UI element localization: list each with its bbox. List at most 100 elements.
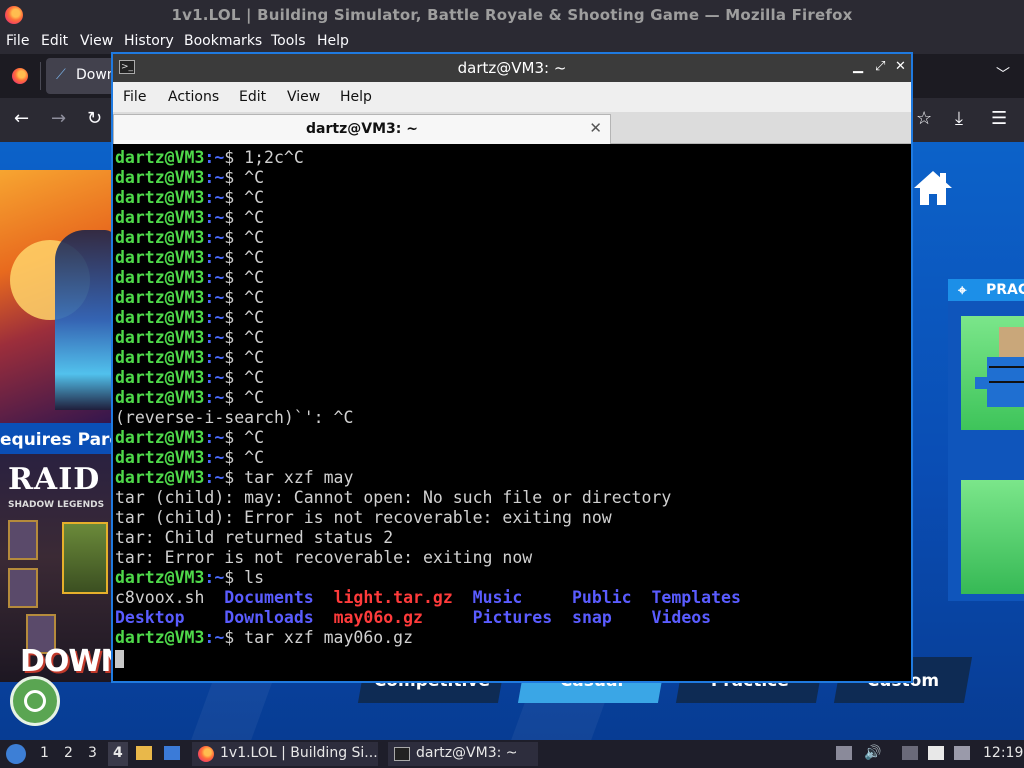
task-terminal[interactable]: dartz@VM3: ~ (388, 742, 538, 766)
terminal-menubar: File Actions Edit View Help (113, 82, 911, 112)
command-text: ls (244, 568, 265, 587)
firefox-view-icon[interactable] (12, 68, 28, 84)
command-text: ^C (244, 248, 265, 267)
home-icon[interactable] (912, 168, 954, 208)
terminal-line: dartz@VM3:~$ ^C (115, 188, 911, 208)
menu-help[interactable]: Help (317, 33, 349, 49)
back-icon[interactable]: ← (14, 108, 29, 129)
ls-entry-dir: Downloads (224, 608, 314, 627)
reload-icon[interactable]: ↻ (87, 108, 102, 129)
raid-ad[interactable]: RAID SHADOW LEGENDS DOWNL (0, 454, 144, 682)
terminal-tab[interactable]: dartz@VM3: ~ ✕ (113, 114, 611, 144)
prompt-user: dartz@VM3 (115, 228, 205, 247)
terminal-output[interactable]: dartz@VM3:~$ 1;2c^C dartz@VM3:~$ ^C dartz@… (113, 146, 911, 681)
term-menu-file[interactable]: File (123, 89, 146, 105)
tab-separator (40, 62, 41, 90)
terminal-line: tar (child): Error is not recoverable: e… (115, 508, 911, 528)
prompt-user: dartz@VM3 (115, 288, 205, 307)
volume-icon[interactable]: 🔊 (864, 745, 881, 761)
prompt-path: :~ (204, 288, 225, 307)
start-menu-icon[interactable] (6, 744, 26, 764)
prompt-path: :~ (204, 248, 225, 267)
command-text: ^C (244, 308, 265, 327)
prompt-user: dartz@VM3 (115, 628, 205, 647)
ls-entry-dir: snap (572, 608, 612, 627)
task-firefox[interactable]: 1v1.LOL | Building Si... (192, 742, 378, 766)
maximize-icon[interactable]: ⤢ (875, 59, 885, 74)
menu-edit[interactable]: Edit (41, 33, 68, 49)
command-text: ^C (244, 168, 265, 187)
menu-bookmarks[interactable]: Bookmarks (184, 33, 262, 49)
cookie-icon[interactable] (10, 676, 60, 726)
minimize-icon[interactable]: ▁ (853, 59, 863, 74)
terminal-line: dartz@VM3:~$ ^C (115, 428, 911, 448)
prompt-dollar: $ (224, 428, 245, 447)
term-menu-edit[interactable]: Edit (239, 89, 266, 105)
terminal-window[interactable]: >_ dartz@VM3: ~ ▁ ⤢ ✕ File Actions Edit … (111, 52, 913, 683)
prompt-user: dartz@VM3 (115, 208, 205, 227)
prompt-user: dartz@VM3 (115, 448, 205, 467)
close-icon[interactable]: ✕ (895, 59, 906, 74)
tray-app-icon[interactable] (836, 746, 852, 760)
prompt-dollar: $ (224, 628, 245, 647)
command-text: ^C (244, 388, 265, 407)
list-all-tabs-icon[interactable]: ﹀ (996, 64, 1010, 84)
ls-entry-dir: Videos (651, 608, 712, 627)
bookmark-star-icon[interactable]: ☆ (916, 108, 932, 129)
workspace-3[interactable]: 3 (88, 745, 97, 761)
file-manager-icon[interactable] (136, 746, 152, 760)
term-menu-help[interactable]: Help (340, 89, 372, 105)
ad-card (8, 568, 38, 608)
menu-icon[interactable]: ☰ (991, 108, 1007, 129)
clipboard-icon[interactable] (928, 746, 944, 760)
menu-file[interactable]: File (6, 33, 29, 49)
ad-title: RAID (8, 462, 101, 497)
prompt-path: :~ (204, 268, 225, 287)
tab-close-icon[interactable]: ✕ (589, 119, 602, 137)
practice-card[interactable] (961, 480, 1024, 594)
term-menu-view[interactable]: View (287, 89, 320, 105)
network-icon[interactable] (954, 746, 970, 760)
workspace-2[interactable]: 2 (64, 745, 73, 761)
prompt-path: :~ (204, 228, 225, 247)
terminal-tabbar: dartz@VM3: ~ ✕ (113, 112, 911, 144)
tray-display-icon[interactable] (902, 746, 918, 760)
terminal-task-icon (394, 747, 410, 761)
prompt-dollar: $ (224, 388, 245, 407)
taskbar: 1 2 3 4 1v1.LOL | Building Si... dartz@V… (0, 740, 1024, 768)
window-title: 1v1.LOL | Building Simulator, Battle Roy… (171, 6, 853, 24)
firefox-menubar: File Edit View History Bookmarks Tools H… (0, 30, 1024, 54)
term-menu-actions[interactable]: Actions (168, 89, 219, 105)
output-text: (reverse-i-search)`': ^C (115, 408, 354, 427)
prompt-user: dartz@VM3 (115, 468, 205, 487)
browser-tab-label: Down (76, 67, 116, 83)
ls-entry-archive: light.tar.gz (333, 588, 453, 607)
downloads-icon[interactable]: ⤓ (955, 108, 963, 129)
menu-view[interactable]: View (80, 33, 113, 49)
menu-history[interactable]: History (124, 33, 174, 49)
terminal-titlebar[interactable]: >_ dartz@VM3: ~ ▁ ⤢ ✕ (113, 54, 911, 82)
hero-banner (0, 170, 115, 423)
menu-tools[interactable]: Tools (271, 33, 306, 49)
prompt-dollar: $ (224, 268, 245, 287)
terminal-line: dartz@VM3:~$ ^C (115, 448, 911, 468)
character-figure (975, 327, 1024, 407)
workspace-4[interactable]: 4 (113, 745, 123, 761)
terminal-line: dartz@VM3:~$ ^C (115, 168, 911, 188)
terminal-line: dartz@VM3:~$ ^C (115, 288, 911, 308)
terminal-title: dartz@VM3: ~ (457, 59, 567, 77)
browser-tab[interactable]: ⟋ Down (46, 58, 116, 94)
terminal-line: dartz@VM3:~$ 1;2c^C (115, 148, 911, 168)
output-text: tar: Error is not recoverable: exiting n… (115, 548, 533, 567)
prompt-user: dartz@VM3 (115, 328, 205, 347)
terminal-line: dartz@VM3:~$ ^C (115, 328, 911, 348)
workspace-1[interactable]: 1 (40, 745, 49, 761)
show-desktop-icon[interactable] (164, 746, 180, 760)
terminal-line: (reverse-i-search)`': ^C (115, 408, 911, 428)
task-firefox-label: 1v1.LOL | Building Si... (220, 745, 378, 761)
prompt-user: dartz@VM3 (115, 348, 205, 367)
prompt-path: :~ (204, 468, 225, 487)
command-text: ^C (244, 448, 265, 467)
forward-icon[interactable]: → (51, 108, 66, 129)
ad-hero-card (62, 522, 108, 594)
